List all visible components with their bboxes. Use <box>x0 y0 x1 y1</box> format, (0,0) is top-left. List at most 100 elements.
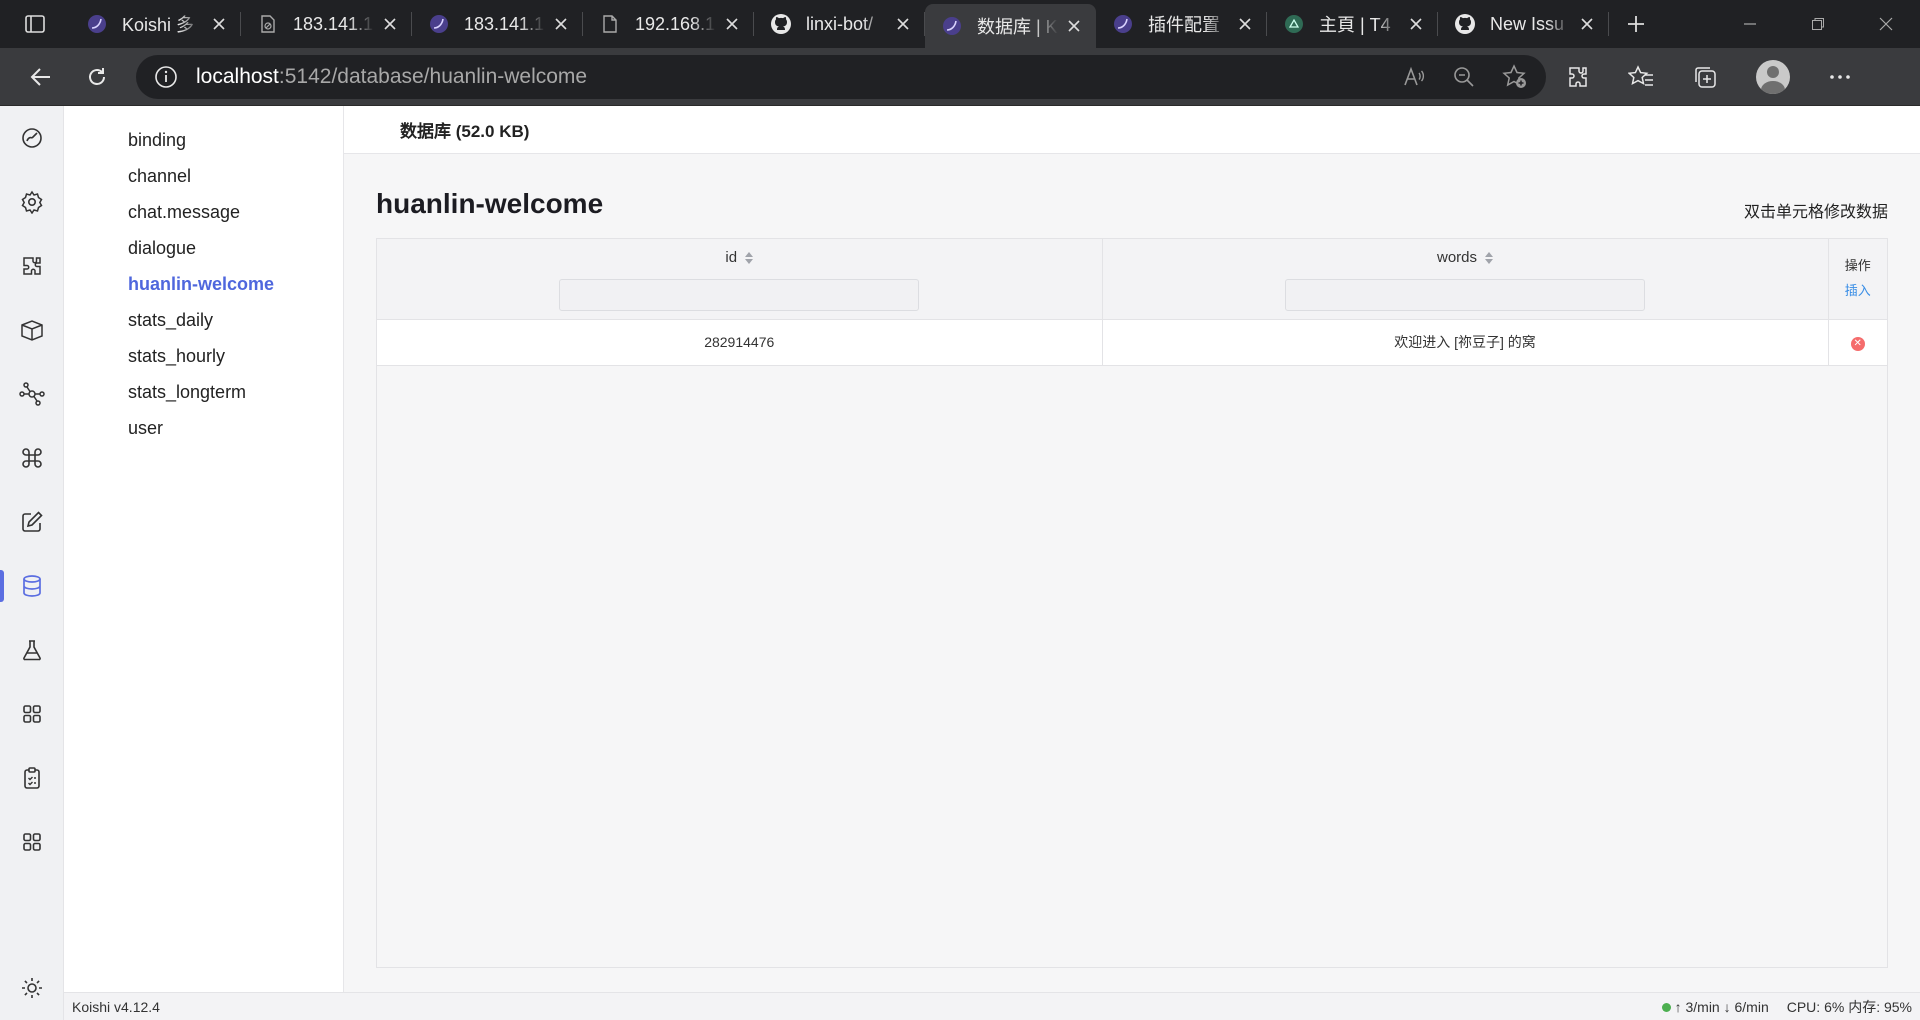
column-header-operations: 操作 插入 <box>1828 239 1888 320</box>
close-tab-icon[interactable] <box>1406 14 1426 34</box>
close-tab-icon[interactable] <box>209 14 229 34</box>
close-tab-icon[interactable] <box>722 14 742 34</box>
info-icon[interactable] <box>154 65 178 89</box>
main-content: 数据库 (52.0 KB) huanlin-welcome 双击单元格修改数据 … <box>344 106 1920 992</box>
edit-icon <box>22 511 43 532</box>
url-path: :5142/database/huanlin-welcome <box>278 64 588 88</box>
arrow-left-icon <box>30 67 50 86</box>
activity-logs[interactable] <box>0 758 64 798</box>
koishi-icon <box>428 13 450 35</box>
dependency-icon <box>19 382 45 406</box>
sidebar-item-channel[interactable]: channel <box>128 166 191 187</box>
sidebar-item-dialogue[interactable]: dialogue <box>128 238 196 259</box>
github-icon <box>770 13 792 35</box>
message-rate: ↑ 3/min ↓ 6/min <box>1661 998 1769 1015</box>
activity-database[interactable] <box>0 566 64 606</box>
activity-theme-toggle[interactable] <box>0 968 64 1008</box>
cell-words[interactable]: 欢迎进入 [祢豆子] 的窝 <box>1102 319 1829 366</box>
browser-tab[interactable]: 主頁 | T4 <box>1267 0 1438 48</box>
koishi-icon <box>1112 13 1134 35</box>
browser-tab[interactable]: New Issu <box>1438 0 1609 48</box>
favorites-icon[interactable] <box>1628 64 1654 90</box>
activity-commands[interactable] <box>0 438 64 478</box>
page-title: huanlin-welcome <box>376 188 604 219</box>
sidebar-item-stats-hourly[interactable]: stats_hourly <box>128 346 225 367</box>
tab-title: 192.168.1 <box>635 13 716 34</box>
browser-tab[interactable]: 数据库 | K <box>925 4 1096 48</box>
close-tab-icon[interactable] <box>1235 14 1255 34</box>
sort-icon[interactable] <box>1485 251 1493 264</box>
t4-icon <box>1283 13 1305 35</box>
tab-title: 主頁 | T4 <box>1319 15 1391 35</box>
activity-editor[interactable] <box>0 502 64 542</box>
url-host: localhost <box>196 64 279 88</box>
sidebar-item-stats-longterm[interactable]: stats_longterm <box>128 382 246 403</box>
sandbox-icon <box>23 640 41 661</box>
sidebar-item-huanlin-welcome[interactable]: huanlin-welcome <box>128 274 274 295</box>
delete-row-icon[interactable]: ✕ <box>1850 337 1865 351</box>
sun-icon <box>22 978 42 998</box>
close-tab-icon[interactable] <box>380 14 400 34</box>
more-menu-icon[interactable] <box>1828 65 1852 89</box>
filter-input-id[interactable] <box>559 279 920 311</box>
message-rate-text: ↑ 3/min ↓ 6/min <box>1674 998 1769 1015</box>
edit-hint: 双击单元格修改数据 <box>1743 204 1888 221</box>
activity-dependencies[interactable] <box>0 374 64 414</box>
restore-button[interactable] <box>1784 0 1852 48</box>
collections-icon[interactable] <box>1692 64 1718 90</box>
browser-tab-bar: Koishi 多 183.141.1 183.141.1 192.168.1 linxi… <box>0 0 1920 48</box>
url-bar[interactable]: localhost:5142/database/huanlin-welcome <box>136 54 1546 99</box>
close-window-button[interactable] <box>1852 0 1920 48</box>
zoom-out-icon[interactable] <box>1452 65 1476 89</box>
sidebar-item-chat-message[interactable]: chat.message <box>128 202 240 223</box>
activity-settings[interactable] <box>0 182 64 222</box>
profile-avatar[interactable] <box>1756 59 1790 94</box>
document-icon <box>599 13 621 35</box>
tab-title: linxi-bot/ <box>806 13 874 34</box>
online-status-dot <box>1661 1003 1671 1013</box>
tab-actions-icon <box>25 15 45 33</box>
browser-tab[interactable]: 183.141.1 <box>241 0 412 48</box>
browser-tab[interactable]: 192.168.1 <box>583 0 754 48</box>
tab-title: 183.141.1 <box>464 13 545 34</box>
close-tab-icon[interactable] <box>893 14 913 34</box>
sidebar-item-binding[interactable]: binding <box>128 130 186 151</box>
new-tab-button[interactable] <box>1609 0 1663 48</box>
column-header-words: words <box>1102 239 1829 320</box>
cell-id[interactable]: 282914476 <box>377 319 1103 366</box>
refresh-button[interactable] <box>72 55 122 99</box>
add-favorite-icon[interactable] <box>1502 63 1528 90</box>
table-row: 282914476 欢迎进入 [祢豆子] 的窝 ✕ <box>377 319 1887 366</box>
blocked-page-icon <box>257 13 279 35</box>
tab-actions-button[interactable] <box>0 0 70 48</box>
github-icon <box>1454 13 1476 35</box>
operations-label: 操作 <box>1844 258 1871 273</box>
avatar-head <box>1767 65 1779 78</box>
browser-tab[interactable]: Koishi 多 <box>70 0 241 48</box>
activity-apps[interactable] <box>0 694 64 734</box>
minimize-button[interactable] <box>1716 0 1784 48</box>
sidebar-item-stats-daily[interactable]: stats_daily <box>128 310 213 331</box>
browser-tab[interactable]: 183.141.1 <box>412 0 583 48</box>
activity-apps-2[interactable] <box>0 822 64 862</box>
filter-input-words[interactable] <box>1285 279 1645 311</box>
close-tab-icon[interactable] <box>1064 16 1084 36</box>
activity-market[interactable] <box>0 310 64 350</box>
close-tab-icon[interactable] <box>551 14 571 34</box>
system-usage: CPU: 6% 内存: 95% <box>1786 998 1912 1015</box>
sort-icon[interactable] <box>745 251 754 264</box>
activity-sandbox[interactable] <box>0 630 64 670</box>
activity-plugins[interactable] <box>0 246 64 286</box>
column-header-id: id <box>377 239 1103 320</box>
extensions-icon[interactable] <box>1566 65 1590 89</box>
insert-button[interactable]: 插入 <box>1829 280 1888 299</box>
sidebar-item-user[interactable]: user <box>128 418 163 439</box>
logs-icon <box>24 767 40 789</box>
back-button[interactable] <box>16 55 66 99</box>
read-aloud-icon[interactable] <box>1402 65 1426 89</box>
browser-tab[interactable]: 插件配置 <box>1096 0 1267 48</box>
browser-tab[interactable]: linxi-bot/ <box>754 0 925 48</box>
close-tab-icon[interactable] <box>1577 14 1597 34</box>
column-label-id: id <box>725 249 738 266</box>
activity-dashboard[interactable] <box>0 118 64 158</box>
